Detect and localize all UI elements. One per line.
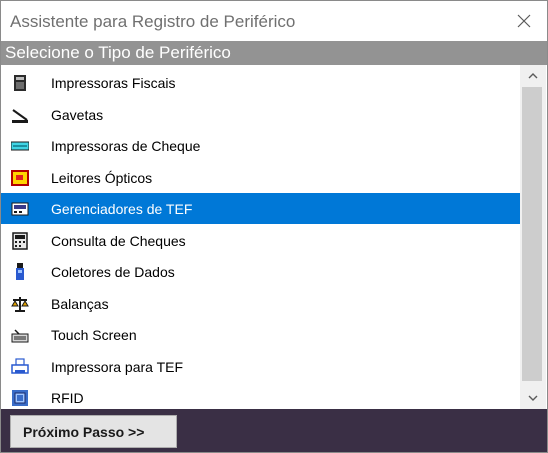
peripheral-wizard-window: Assistente para Registro de Periférico S… (0, 0, 548, 453)
list-item-impressoras-de-cheque[interactable]: Impressoras de Cheque (1, 130, 520, 161)
optical-reader-icon (11, 170, 29, 186)
list-scrollbar[interactable] (520, 65, 546, 409)
list-item-label: Leitores Ópticos (51, 170, 153, 186)
touch-screen-icon (11, 329, 29, 343)
close-button[interactable] (501, 1, 547, 41)
list-item-touch-screen[interactable]: Touch Screen (1, 319, 520, 350)
peripheral-type-list[interactable]: Impressoras Fiscais Gavetas Impressoras … (1, 65, 520, 409)
list-item-label: Gerenciadores de TEF (51, 201, 193, 217)
list-item-impressoras-fiscais[interactable]: Impressoras Fiscais (1, 67, 520, 98)
rfid-icon (12, 390, 28, 406)
scroll-down-button[interactable] (520, 387, 546, 409)
check-query-icon (12, 232, 28, 250)
list-item-label: Gavetas (51, 107, 104, 123)
list-item-label: Balanças (51, 296, 109, 312)
chevron-down-icon (528, 395, 538, 401)
fiscal-printer-icon (14, 75, 26, 91)
list-item-consulta-de-cheques[interactable]: Consulta de Cheques (1, 225, 520, 256)
footer-bar: Próximo Passo >> (1, 409, 547, 452)
list-item-label: Impressora para TEF (51, 359, 184, 375)
list-item-coletores-de-dados[interactable]: Coletores de Dados (1, 256, 520, 287)
list-item-label: RFID (51, 390, 84, 406)
tef-printer-icon (11, 358, 29, 374)
title-bar: Assistente para Registro de Periférico (1, 1, 547, 41)
list-item-label: Coletores de Dados (51, 264, 175, 280)
list-item-gerenciadores-de-tef[interactable]: Gerenciadores de TEF (1, 193, 520, 224)
list-item-label: Consulta de Cheques (51, 233, 186, 249)
list-item-gavetas[interactable]: Gavetas (1, 99, 520, 130)
list-item-impressora-para-tef[interactable]: Impressora para TEF (1, 351, 520, 382)
list-item-label: Touch Screen (51, 327, 137, 343)
check-printer-icon (11, 141, 29, 151)
chevron-up-icon (528, 73, 538, 79)
list-item-balancas[interactable]: Balanças (1, 288, 520, 319)
window-title: Assistente para Registro de Periférico (10, 12, 296, 31)
drawer-icon (12, 109, 28, 123)
tef-manager-icon (11, 202, 29, 216)
list-item-leitores-opticos[interactable]: Leitores Ópticos (1, 162, 520, 193)
list-item-label: Impressoras Fiscais (51, 75, 176, 91)
list-header-label: Selecione o Tipo de Periférico (5, 43, 231, 62)
list-item-rfid[interactable]: RFID (1, 382, 520, 409)
list-item-label: Impressoras de Cheque (51, 138, 201, 154)
scale-icon (11, 297, 29, 312)
next-step-button[interactable]: Próximo Passo >> (10, 415, 177, 448)
data-collector-icon (16, 263, 24, 280)
scroll-thumb[interactable] (522, 87, 542, 381)
scroll-up-button[interactable] (520, 65, 546, 87)
close-icon (517, 14, 531, 28)
list-header: Selecione o Tipo de Periférico (1, 41, 547, 65)
